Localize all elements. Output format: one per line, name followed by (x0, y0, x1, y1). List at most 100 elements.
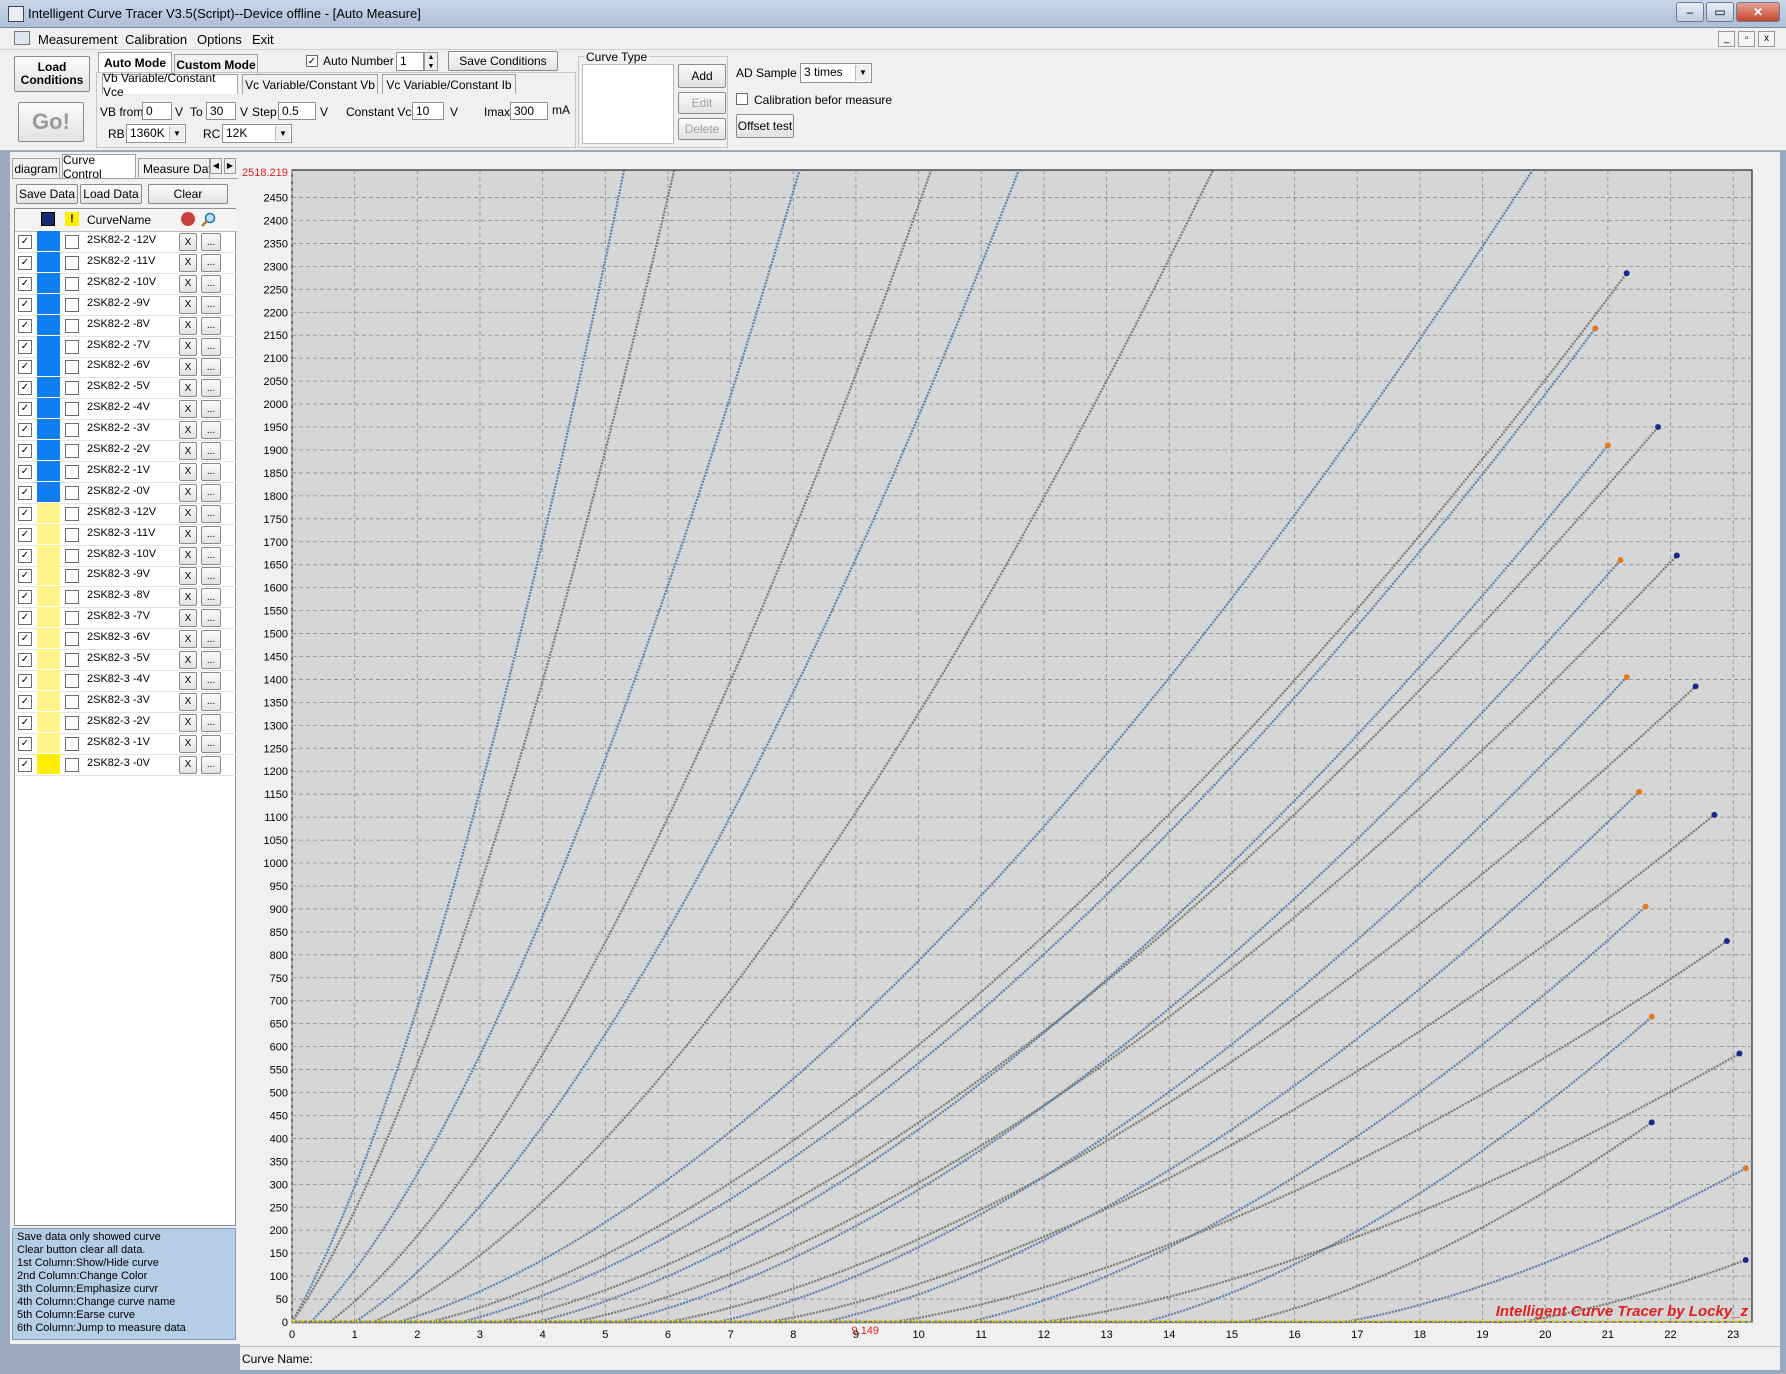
curve-type-list[interactable] (582, 64, 674, 144)
curve-row[interactable]: ✓ 2SK82-3 -9V X... (15, 565, 237, 588)
curve-row[interactable]: ✓ 2SK82-2 -4V X... (15, 398, 237, 421)
emphasize-checkbox[interactable] (65, 255, 79, 270)
show-curve-checkbox[interactable]: ✓ (18, 339, 32, 354)
edit-button[interactable]: Edit (678, 92, 726, 114)
show-curve-checkbox[interactable]: ✓ (18, 653, 32, 667)
load-data-button[interactable]: Load Data (80, 184, 142, 204)
curve-color-swatch[interactable] (37, 272, 60, 293)
save-conditions-button[interactable]: Save Conditions (448, 51, 558, 71)
curve-row[interactable]: ✓ 2SK82-2 -11V X... (15, 251, 237, 274)
jump-to-data-button[interactable]: ... (201, 734, 221, 753)
show-curve-checkbox[interactable]: ✓ (18, 444, 32, 458)
jump-to-data-button[interactable]: ... (201, 462, 221, 481)
curve-color-swatch[interactable] (37, 586, 60, 607)
erase-curve-button[interactable]: X (179, 337, 197, 356)
emphasize-checkbox[interactable] (65, 548, 79, 563)
show-curve-checkbox[interactable]: ✓ (18, 694, 32, 709)
erase-curve-button[interactable]: X (179, 442, 197, 460)
emphasize-checkbox[interactable] (65, 757, 79, 772)
curve-row[interactable]: ✓ 2SK82-2 -3V X... (15, 419, 237, 442)
emphasize-checkbox[interactable] (65, 423, 79, 438)
imax-input[interactable]: 300 (510, 102, 548, 120)
emphasize-checkbox[interactable] (65, 527, 79, 542)
curve-row[interactable]: ✓ 2SK82-2 -12V X... (15, 231, 237, 253)
tab-vc-variable-vb[interactable]: Vc Variable/Constant Vb (242, 74, 378, 94)
curve-color-swatch[interactable] (37, 544, 60, 565)
curve-color-swatch[interactable] (37, 690, 60, 711)
curve-name-cell[interactable]: 2SK82-2 -9V (87, 297, 150, 309)
tab-auto-mode[interactable]: Auto Mode (98, 52, 172, 72)
maximize-button[interactable]: ▭ (1706, 2, 1734, 22)
curve-color-swatch[interactable] (37, 753, 60, 774)
show-curve-checkbox[interactable]: ✓ (18, 235, 32, 249)
show-curve-checkbox[interactable]: ✓ (18, 757, 32, 772)
erase-curve-button[interactable]: X (179, 274, 197, 293)
emphasize-checkbox[interactable] (65, 381, 79, 396)
curve-color-swatch[interactable] (37, 565, 60, 586)
curve-row[interactable]: ✓ 2SK82-3 -4V X... (15, 669, 237, 692)
curve-row[interactable]: ✓ 2SK82-2 -10V X... (15, 272, 237, 295)
jump-to-data-button[interactable]: ... (201, 692, 221, 711)
emphasize-checkbox[interactable] (65, 235, 79, 249)
rb-select[interactable]: 1360K ▼ (126, 124, 186, 143)
emphasize-checkbox[interactable] (65, 276, 79, 291)
erase-curve-button[interactable]: X (179, 379, 197, 398)
menu-measurement[interactable]: Measurement (38, 32, 117, 47)
curve-color-swatch[interactable] (37, 398, 60, 419)
load-conditions-button[interactable]: Load Conditions (14, 56, 90, 92)
erase-curve-button[interactable]: X (179, 734, 197, 753)
curve-row[interactable]: ✓ 2SK82-3 -11V X... (15, 523, 237, 546)
curve-name-cell[interactable]: 2SK82-3 -6V (87, 631, 150, 643)
jump-to-data-button[interactable]: ... (201, 525, 221, 544)
jump-to-data-button[interactable]: ... (201, 609, 221, 628)
show-curve-checkbox[interactable]: ✓ (18, 297, 32, 312)
curve-name-cell[interactable]: 2SK82-3 -1V (87, 736, 150, 748)
jump-to-data-button[interactable]: ... (201, 421, 221, 440)
curve-name-cell[interactable]: 2SK82-3 -4V (87, 673, 150, 685)
menu-calibration[interactable]: Calibration (125, 32, 187, 47)
show-curve-checkbox[interactable]: ✓ (18, 590, 32, 605)
curve-row[interactable]: ✓ 2SK82-2 -1V X... (15, 460, 237, 483)
show-curve-checkbox[interactable]: ✓ (18, 276, 32, 291)
curve-row[interactable]: ✓ 2SK82-3 -1V X... (15, 732, 237, 755)
save-data-button[interactable]: Save Data (16, 184, 78, 204)
emphasize-checkbox[interactable] (65, 653, 79, 667)
show-curve-checkbox[interactable]: ✓ (18, 715, 32, 730)
curve-color-swatch[interactable] (37, 440, 60, 460)
jump-to-data-button[interactable]: ... (201, 651, 221, 669)
step-input[interactable]: 0.5 (278, 102, 316, 120)
curve-name-cell[interactable]: 2SK82-3 -2V (87, 715, 150, 727)
curve-row[interactable]: ✓ 2SK82-3 -10V X... (15, 544, 237, 567)
show-curve-checkbox[interactable]: ✓ (18, 632, 32, 647)
curve-color-swatch[interactable] (37, 314, 60, 335)
show-curve-checkbox[interactable]: ✓ (18, 548, 32, 563)
curve-row[interactable]: ✓ 2SK82-3 -2V X... (15, 711, 237, 734)
add-button[interactable]: Add (678, 64, 726, 88)
curve-color-swatch[interactable] (37, 335, 60, 356)
curve-row[interactable]: ✓ 2SK82-3 -5V X... (15, 649, 237, 671)
curve-row[interactable]: ✓ 2SK82-2 -2V X... (15, 440, 237, 462)
tab-scroll-left-icon[interactable]: ◀ (210, 158, 222, 174)
curve-name-cell[interactable]: 2SK82-2 -2V (87, 443, 150, 455)
erase-curve-button[interactable]: X (179, 421, 197, 440)
jump-to-data-button[interactable]: ... (201, 713, 221, 732)
tab-vc-variable-ib[interactable]: Vc Variable/Constant Ib (382, 74, 516, 94)
tab-curve-control[interactable]: Curve Control (62, 153, 136, 181)
curve-row[interactable]: ✓ 2SK82-2 -6V X... (15, 356, 237, 379)
jump-to-data-button[interactable]: ... (201, 233, 221, 251)
jump-to-data-button[interactable]: ... (201, 567, 221, 586)
calibration-checkbox[interactable] (736, 93, 748, 105)
minimize-button[interactable]: – (1676, 2, 1704, 22)
erase-curve-button[interactable]: X (179, 671, 197, 690)
emphasize-checkbox[interactable] (65, 736, 79, 751)
jump-to-data-button[interactable]: ... (201, 630, 221, 649)
emphasize-checkbox[interactable] (65, 611, 79, 626)
curve-name-cell[interactable]: 2SK82-2 -0V (87, 485, 150, 497)
show-curve-checkbox[interactable]: ✓ (18, 569, 32, 584)
ad-sample-select[interactable]: 3 times ▼ (800, 63, 872, 83)
delete-button[interactable]: Delete (678, 118, 726, 140)
curve-name-cell[interactable]: 2SK82-3 -12V (87, 506, 156, 518)
emphasize-checkbox[interactable] (65, 715, 79, 730)
jump-to-data-button[interactable]: ... (201, 546, 221, 565)
mdi-minimize-button[interactable]: _ (1718, 31, 1735, 47)
